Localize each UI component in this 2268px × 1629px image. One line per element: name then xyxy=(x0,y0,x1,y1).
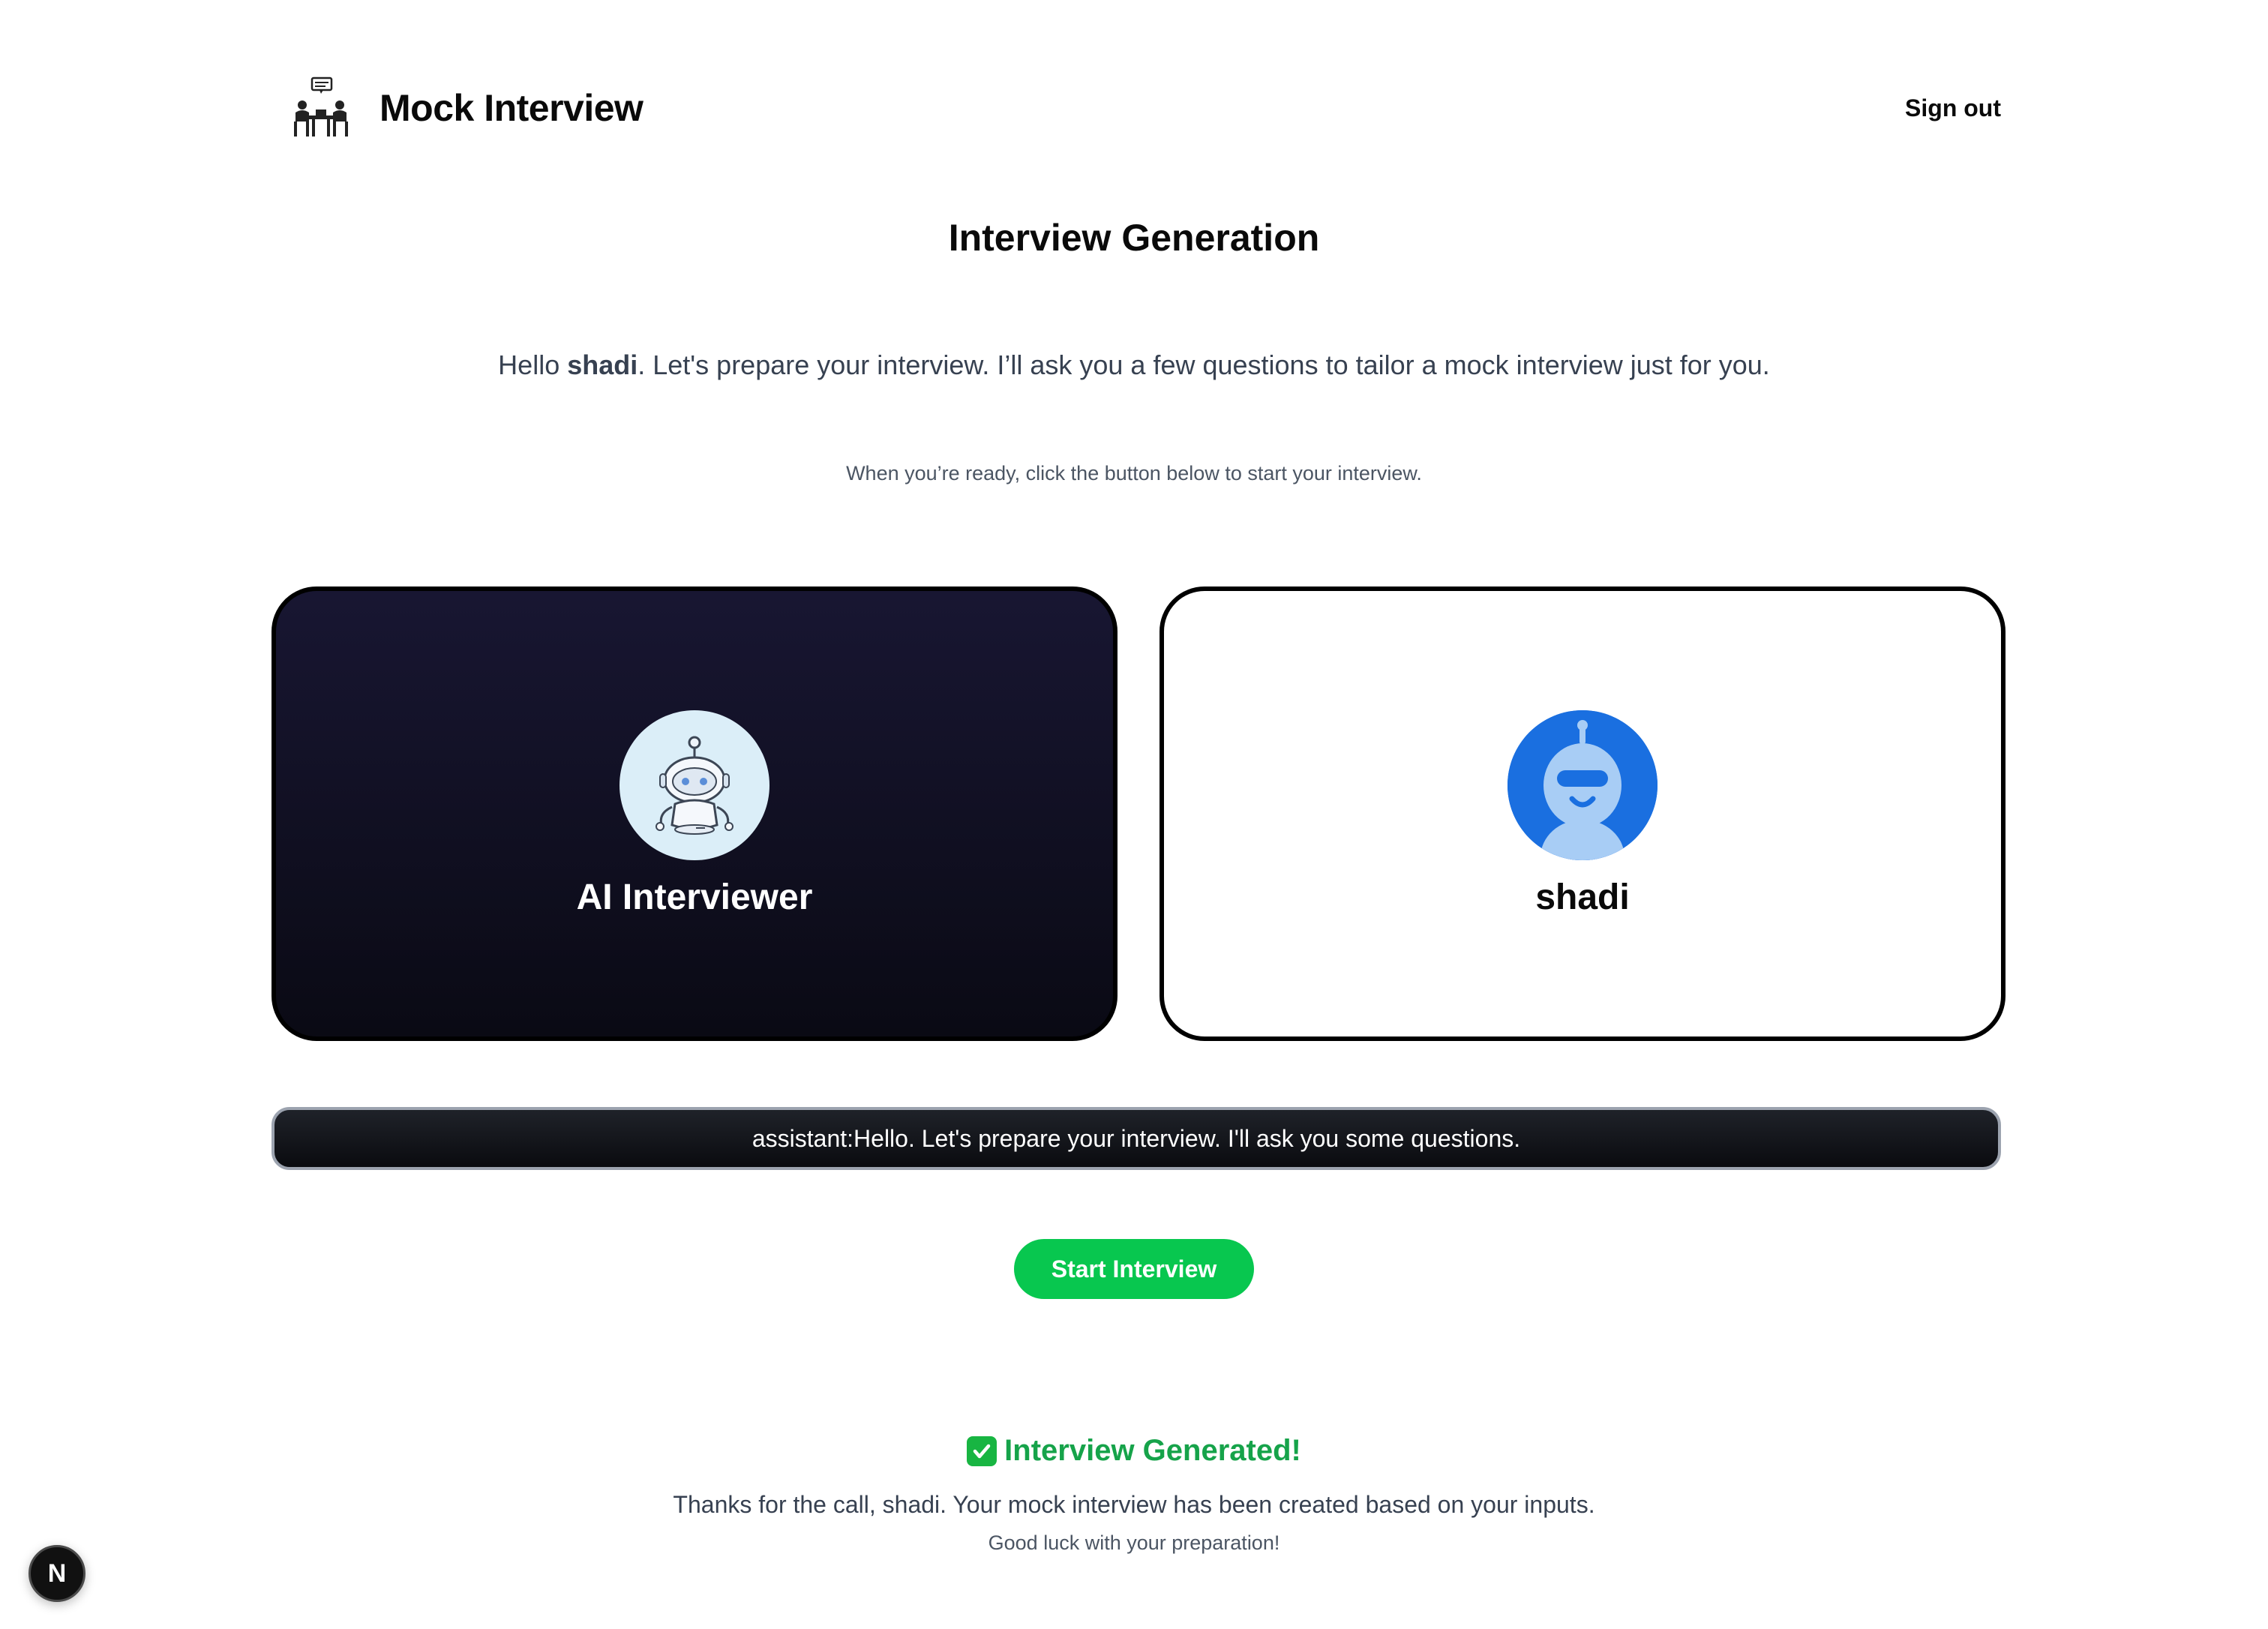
user-card: shadi xyxy=(1160,586,2006,1041)
success-title: Interview Generated! xyxy=(0,1434,2268,1468)
nextjs-dev-badge[interactable]: N xyxy=(28,1545,86,1602)
success-message: Thanks for the call, shadi. Your mock in… xyxy=(673,1491,1595,1518)
sign-out-button[interactable]: Sign out xyxy=(1905,94,2001,122)
robot-avatar-icon xyxy=(656,736,734,835)
intro-prefix: Hello xyxy=(498,350,568,380)
interview-table-icon xyxy=(294,76,348,136)
ai-interviewer-name: AI Interviewer xyxy=(576,877,813,917)
transcript-bar: assistant:Hello. Let's prepare your inte… xyxy=(272,1107,2001,1170)
start-interview-button[interactable]: Start Interview xyxy=(1014,1239,1254,1299)
header: Mock Interview Sign out xyxy=(290,72,2001,144)
ai-avatar xyxy=(620,710,770,860)
start-hint: When you’re ready, click the button belo… xyxy=(846,462,1422,484)
success-subtext: Good luck with your preparation! xyxy=(988,1532,1280,1554)
brand-name: Mock Interview xyxy=(380,87,644,129)
ai-interviewer-card: AI Interviewer xyxy=(272,586,1118,1041)
user-robot-avatar-icon xyxy=(1508,710,1658,860)
page: Mock Interview Sign out Interview Genera… xyxy=(0,0,2268,1629)
nextjs-badge-letter: N xyxy=(47,1558,67,1588)
transcript-text: assistant:Hello. Let's prepare your inte… xyxy=(752,1124,1521,1152)
success-title-text: Interview Generated! xyxy=(1004,1434,1301,1467)
intro-suffix: . Let's prepare your interview. I’ll ask… xyxy=(638,350,1770,380)
user-name: shadi xyxy=(1535,877,1630,917)
user-avatar xyxy=(1508,710,1658,860)
intro-username: shadi xyxy=(567,350,638,380)
brand[interactable]: Mock Interview xyxy=(290,76,644,140)
page-title: Interview Generation xyxy=(948,217,1320,259)
check-mark-icon xyxy=(967,1436,998,1466)
intro-text: Hello shadi. Let's prepare your intervie… xyxy=(0,350,2268,381)
